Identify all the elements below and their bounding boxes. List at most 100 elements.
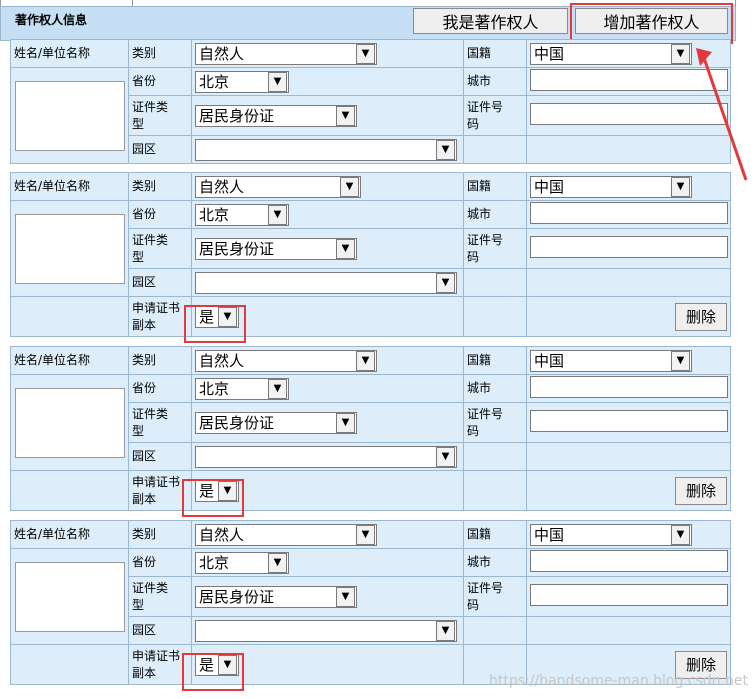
highlight-add-owner: [570, 3, 733, 44]
park-select[interactable]: ▼: [195, 271, 457, 294]
type-value: 自然人: [199, 178, 245, 196]
chevron-down-icon: ▼: [340, 176, 359, 197]
province-select[interactable]: 北京 ▼: [195, 70, 289, 93]
park-label: 园区: [128, 135, 192, 164]
nationality-value: 中国: [534, 526, 565, 544]
id-type-label: 证件类型: [128, 228, 192, 269]
type-select[interactable]: 自然人 ▼: [195, 349, 377, 372]
id-no-input[interactable]: [530, 410, 728, 432]
city-label: 城市: [463, 548, 527, 577]
nationality-label: 国籍: [463, 346, 527, 375]
province-label: 省份: [128, 67, 192, 96]
id-type-select[interactable]: 居民身份证 ▼: [195, 411, 357, 434]
nationality-label: 国籍: [463, 172, 527, 201]
watermark: https://handsome-man.blog.csdn.net: [489, 673, 748, 689]
id-type-value: 居民身份证: [199, 414, 275, 432]
chevron-down-icon: ▼: [436, 620, 455, 641]
park-label: 园区: [128, 616, 192, 645]
id-type-value: 居民身份证: [199, 588, 275, 606]
id-type-label: 证件类型: [128, 95, 192, 136]
chevron-down-icon: ▼: [336, 105, 355, 126]
city-label: 城市: [463, 374, 527, 403]
chevron-down-icon: ▼: [268, 71, 287, 92]
name-label: 姓名/单位名称: [10, 39, 129, 68]
chevron-down-icon: ▼: [268, 204, 287, 225]
nationality-value: 中国: [534, 178, 565, 196]
chevron-down-icon: ▼: [671, 350, 690, 371]
park-label: 园区: [128, 442, 192, 471]
highlight-copy-select: [184, 305, 246, 343]
id-no-label: 证件号码: [463, 402, 527, 443]
city-input[interactable]: [530, 376, 728, 398]
nationality-select[interactable]: 中国 ▼: [530, 42, 692, 65]
type-value: 自然人: [199, 526, 245, 544]
copy-label: 申请证书 副本: [128, 296, 192, 337]
id-no-input[interactable]: [530, 236, 728, 258]
id-type-value: 居民身份证: [199, 107, 275, 125]
chevron-down-icon: ▼: [356, 524, 375, 545]
park-label: 园区: [128, 268, 192, 297]
chevron-down-icon: ▼: [268, 378, 287, 399]
id-no-input[interactable]: [530, 584, 728, 606]
id-no-label: 证件号码: [463, 228, 527, 269]
province-select[interactable]: 北京 ▼: [195, 203, 289, 226]
city-input[interactable]: [530, 202, 728, 224]
chevron-down-icon: ▼: [268, 552, 287, 573]
chevron-down-icon: ▼: [336, 238, 355, 259]
city-label: 城市: [463, 67, 527, 96]
owner-block-4: 姓名/单位名称 类别 自然人 ▼ 国籍 中国 ▼ 省份 北京 ▼ 城市 证件类型 居民…: [10, 520, 731, 685]
type-select[interactable]: 自然人 ▼: [195, 175, 361, 198]
id-no-label: 证件号码: [463, 576, 527, 617]
province-value: 北京: [199, 206, 230, 224]
i-am-owner-button[interactable]: 我是著作权人: [413, 8, 568, 34]
park-select[interactable]: ▼: [195, 445, 457, 468]
nationality-label: 国籍: [463, 39, 527, 68]
type-select[interactable]: 自然人 ▼: [195, 523, 377, 546]
nationality-select[interactable]: 中国 ▼: [530, 523, 692, 546]
type-label: 类别: [128, 520, 192, 549]
province-value: 北京: [199, 73, 230, 91]
province-label: 省份: [128, 200, 192, 229]
chevron-down-icon: ▼: [671, 43, 690, 64]
id-type-label: 证件类型: [128, 402, 192, 443]
province-label: 省份: [128, 374, 192, 403]
chevron-down-icon: ▼: [671, 176, 690, 197]
type-label: 类别: [128, 346, 192, 375]
province-label: 省份: [128, 548, 192, 577]
id-type-select[interactable]: 居民身份证 ▼: [195, 104, 357, 127]
park-select[interactable]: ▼: [195, 138, 457, 161]
id-type-select[interactable]: 居民身份证 ▼: [195, 585, 357, 608]
nationality-value: 中国: [534, 45, 565, 63]
red-arrow-annotation: [696, 48, 748, 181]
park-select[interactable]: ▼: [195, 619, 457, 642]
owner-block-1: 姓名/单位名称 类别 自然人 ▼ 国籍 中国 ▼ 省份 北京 ▼ 城市 证件类型 居民…: [10, 39, 731, 164]
chevron-down-icon: ▼: [356, 350, 375, 371]
type-value: 自然人: [199, 352, 245, 370]
delete-button[interactable]: 删除: [675, 302, 727, 331]
province-select[interactable]: 北京 ▼: [195, 377, 289, 400]
name-label: 姓名/单位名称: [10, 520, 129, 549]
delete-button[interactable]: 删除: [675, 476, 727, 505]
nationality-select[interactable]: 中国 ▼: [530, 349, 692, 372]
chevron-down-icon: ▼: [436, 446, 455, 467]
id-type-select[interactable]: 居民身份证 ▼: [195, 237, 357, 260]
name-input[interactable]: [14, 387, 125, 458]
owner-block-2: 姓名/单位名称 类别 自然人 ▼ 国籍 中国 ▼ 省份 北京 ▼ 城市 证件类型 居民…: [10, 172, 731, 337]
highlight-copy-select: [182, 653, 244, 691]
name-input[interactable]: [14, 213, 125, 284]
province-select[interactable]: 北京 ▼: [195, 551, 289, 574]
nationality-select[interactable]: 中国 ▼: [530, 175, 692, 198]
id-type-label: 证件类型: [128, 576, 192, 617]
city-input[interactable]: [530, 550, 728, 572]
highlight-copy-select: [182, 479, 244, 517]
name-label: 姓名/单位名称: [10, 172, 129, 201]
id-no-label: 证件号码: [463, 95, 527, 136]
section-title: 著作权人信息: [15, 13, 88, 27]
id-type-value: 居民身份证: [199, 240, 275, 258]
type-select[interactable]: 自然人 ▼: [195, 42, 377, 65]
name-input[interactable]: [14, 561, 125, 632]
name-input[interactable]: [14, 80, 125, 151]
chevron-down-icon: ▼: [336, 412, 355, 433]
type-value: 自然人: [199, 45, 245, 63]
nationality-value: 中国: [534, 352, 565, 370]
